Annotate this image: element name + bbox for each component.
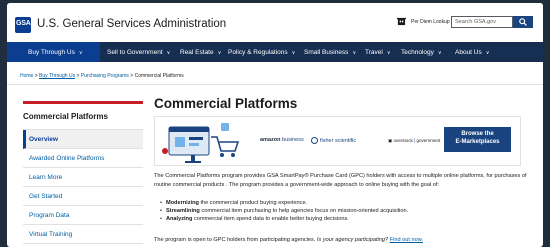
nav-label: Travel: [365, 49, 383, 56]
browse-emarketplaces-button[interactable]: Browse the E-Marketplaces: [444, 127, 511, 152]
list-item-text: commercial item purchasing to help agenc…: [199, 208, 409, 215]
chevron-down-icon: ∨: [166, 50, 171, 56]
browser-page: GSA U.S. General Services Administration…: [7, 3, 543, 247]
closing-text: The program is open to GPC holders from …: [154, 237, 317, 243]
browse-line-2: E-Marketplaces: [455, 138, 500, 145]
list-item-text: the commercial product buying experience…: [198, 200, 308, 206]
sidebar-item-get-started[interactable]: Get Started: [23, 187, 143, 206]
nav-travel[interactable]: Travel ∨: [365, 42, 391, 62]
chevron-down-icon: ∨: [291, 50, 296, 56]
per-diem-link[interactable]: Per Diem Lookup: [411, 19, 450, 25]
browse-line-1: Browse the: [461, 131, 494, 137]
list-item: Modernizing the commercial product buyin…: [160, 199, 408, 207]
nav-buy-through-us[interactable]: Buy Through Us ∨: [7, 42, 100, 62]
site-header: GSA U.S. General Services Administration…: [7, 3, 543, 42]
main-nav: Buy Through Us ∨ Sell to Government ∨ Real…: [7, 42, 543, 62]
nav-label: Sell to Government: [107, 49, 163, 56]
sidebar-heading: Commercial Platforms: [23, 104, 143, 130]
government-text: government: [416, 138, 441, 143]
overstock-text: overstock: [393, 138, 413, 143]
page-title: Commercial Platforms: [154, 96, 298, 111]
closing-question: Is your agency participating?: [316, 237, 389, 243]
nav-real-estate[interactable]: Real Estate ∨: [180, 42, 221, 62]
fisher-text: fisher scientific: [320, 137, 357, 144]
list-item-text: commercial item spend data to enable bet…: [192, 216, 349, 223]
sidebar-item-virtual-training[interactable]: Virtual Training: [23, 225, 143, 244]
closing-paragraph: The program is open to GPC holders from …: [154, 236, 534, 245]
sidebar-item-awarded-online-platforms[interactable]: Awarded Online Platforms: [23, 149, 143, 168]
nav-label: Buy Through Us: [28, 49, 75, 56]
chevron-down-icon: ∨: [386, 50, 391, 56]
divider: [7, 84, 543, 85]
breadcrumb: Home > Buy Through Us > Purchasing Progr…: [20, 73, 184, 79]
fisher-ring-icon: [311, 137, 318, 144]
nav-about-us[interactable]: About Us ∨: [455, 42, 489, 62]
breadcrumb-buy-through-us[interactable]: Buy Through Us: [39, 73, 75, 79]
nav-technology[interactable]: Technology ∨: [401, 42, 442, 62]
building-icon: [397, 17, 406, 26]
amazon-text: amazon: [260, 137, 281, 143]
chevron-down-icon: ∨: [217, 50, 222, 56]
breadcrumb-separator: >: [76, 73, 80, 79]
sidebar-item-overview[interactable]: Overview: [23, 130, 143, 149]
breadcrumb-current: Commercial Platforms: [134, 73, 184, 79]
marketplace-banner: amazon business fisher scientific ▣ over…: [154, 116, 521, 166]
chevron-down-icon: ∨: [485, 50, 490, 56]
find-out-now-link[interactable]: Find out now.: [390, 237, 423, 243]
breadcrumb-purchasing-programs[interactable]: Purchasing Programs: [81, 73, 129, 79]
side-navigation: Commercial Platforms Overview Awarded On…: [23, 101, 143, 244]
search-button[interactable]: [513, 16, 533, 28]
site-title[interactable]: U.S. General Services Administration: [37, 18, 226, 30]
search-icon: [519, 18, 527, 26]
business-text: business: [282, 137, 304, 143]
chevron-down-icon: ∨: [437, 50, 442, 56]
nav-sell-to-government[interactable]: Sell to Government ∨: [107, 42, 170, 62]
gsa-logo[interactable]: GSA: [15, 17, 31, 33]
goals-list: Modernizing the commercial product buyin…: [160, 199, 408, 224]
overstock-government-logo: ▣ overstock | government: [388, 138, 440, 144]
breadcrumb-home[interactable]: Home: [20, 73, 33, 79]
nav-small-business[interactable]: Small Business ∨: [304, 42, 356, 62]
breadcrumb-separator: >: [34, 73, 38, 79]
list-item-bold: Modernizing: [165, 200, 199, 206]
nav-label: About Us: [455, 49, 482, 56]
fisher-scientific-logo: fisher scientific: [311, 137, 356, 144]
breadcrumb-separator: >: [130, 73, 134, 79]
chevron-down-icon: ∨: [78, 50, 83, 56]
intro-paragraph: The Commercial Platforms program provide…: [154, 173, 527, 188]
amazon-business-logo: amazon business: [260, 137, 304, 143]
nav-label: Policy & Regulations: [228, 49, 288, 56]
chevron-down-icon: ∨: [352, 50, 357, 56]
sidebar-item-learn-more[interactable]: Learn More: [23, 168, 143, 187]
nav-label: Real Estate: [180, 49, 214, 56]
nav-label: Small Business: [304, 49, 349, 56]
list-item: Streamlining commercial item purchasing …: [160, 207, 408, 215]
list-item: Analyzing commercial item spend data to …: [160, 215, 408, 223]
shopping-illustration: [161, 117, 241, 165]
nav-policy-regulations[interactable]: Policy & Regulations ∨: [228, 42, 295, 62]
nav-label: Technology: [401, 49, 434, 56]
sidebar-item-program-data[interactable]: Program Data: [23, 206, 143, 225]
gsa-logo-text: GSA: [16, 20, 31, 27]
list-item-bold: Streamlining: [165, 208, 200, 215]
search-input[interactable]: [451, 16, 513, 28]
list-item-bold: Analyzing: [165, 216, 193, 223]
